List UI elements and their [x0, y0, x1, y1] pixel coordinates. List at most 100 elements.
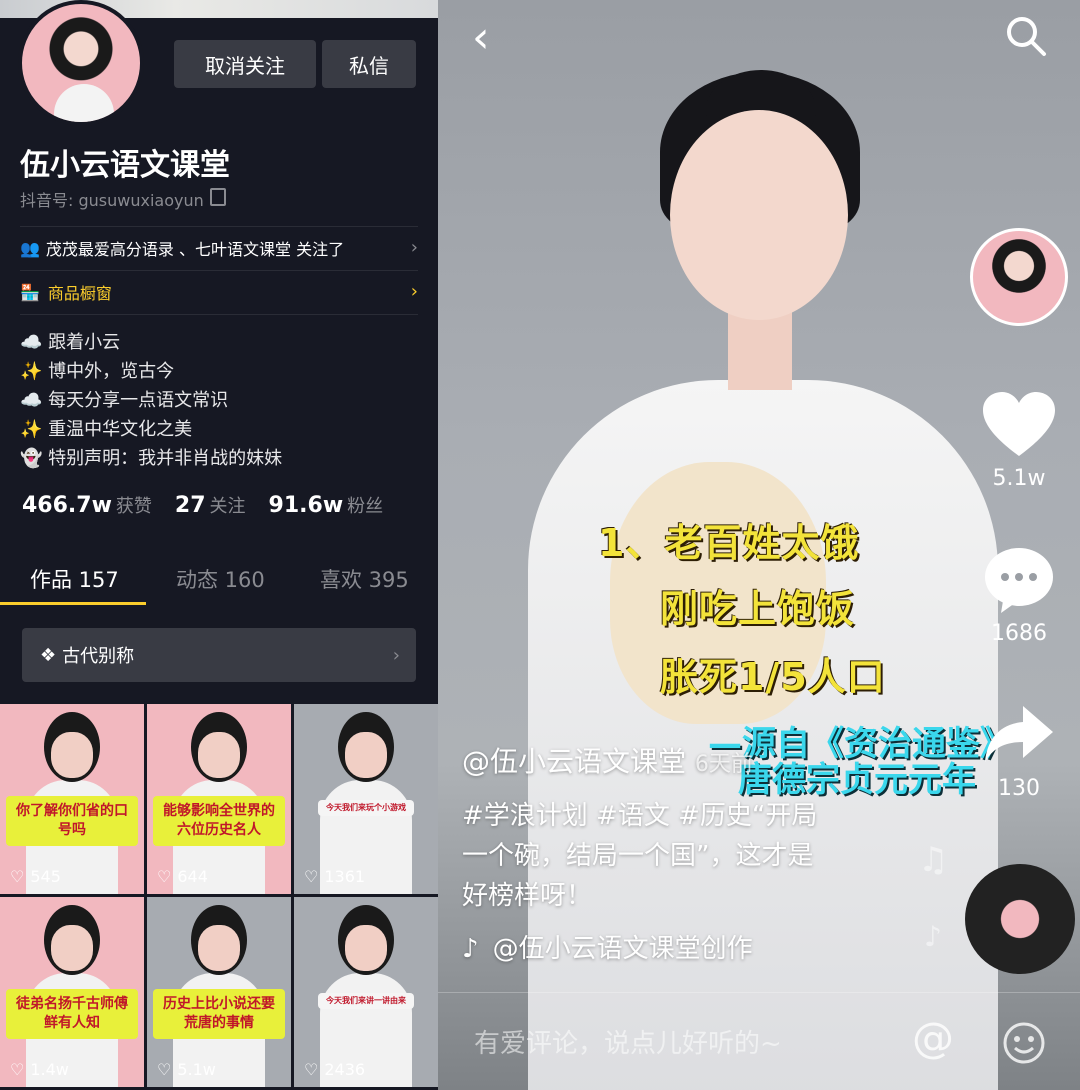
thumb-likes: ♡ 644: [157, 867, 208, 886]
video-player[interactable]: 1、老百姓太饿 刚吃上饱饭 胀死1/5人口 —源自《资治通鉴》 唐德宗贞元元年 …: [438, 0, 1080, 1090]
bio-line: ✨ 博中外，览古今: [20, 361, 175, 382]
layers-icon: ❖: [40, 644, 57, 666]
video-thumbnail[interactable]: 今天我们来讲一讲由来 ♡ 2436: [294, 897, 438, 1087]
like-count: 5.1w: [992, 466, 1046, 491]
video-thumbnail[interactable]: 能够影响全世界的六位历史名人 ♡ 644: [147, 704, 291, 894]
thumb-caption: 历史上比小说还要荒唐的事情: [153, 989, 285, 1039]
followers-label[interactable]: 粉丝: [347, 496, 383, 517]
heart-icon: ♡: [10, 1060, 25, 1079]
shop-window-row[interactable]: 🏪 商品橱窗 ›: [20, 270, 418, 314]
video-thumbnail[interactable]: 你了解你们省的口号吗 ♡ 545: [0, 704, 144, 894]
collection-row[interactable]: ❖ 古代别称 ›: [22, 628, 416, 682]
heart-icon: ♡: [10, 867, 25, 886]
thumb-likes: ♡ 5.1w: [157, 1060, 216, 1079]
heart-icon: ♡: [157, 867, 172, 886]
tab-likes[interactable]: 喜欢 395: [320, 564, 409, 594]
heart-icon: ♡: [304, 867, 319, 886]
thumb-likes: ♡ 1.4w: [10, 1060, 69, 1079]
thumb-like-count: 1361: [324, 867, 366, 886]
share-button[interactable]: 130: [978, 700, 1060, 801]
thumb-likes: ♡ 545: [10, 867, 61, 886]
video-author-name[interactable]: @伍小云语文课堂: [462, 745, 686, 778]
following-label[interactable]: 关注: [210, 496, 246, 517]
music-note-icon: ♫: [918, 840, 949, 880]
comment-input[interactable]: 有爱评论，说点儿好听的~: [474, 1023, 782, 1060]
users-icon: 👥: [20, 238, 40, 258]
thumb-like-count: 644: [177, 867, 208, 886]
video-caption-line: 刚吃上饱饭: [660, 587, 856, 631]
thumb-like-count: 5.1w: [177, 1060, 216, 1079]
collection-label: 古代别称: [62, 646, 135, 667]
thumb-caption: 你了解你们省的口号吗: [6, 796, 138, 846]
thumb-caption: 今天我们来讲一讲由来: [318, 993, 414, 1009]
followers-count[interactable]: 91.6w: [269, 493, 344, 518]
heart-icon: ♡: [157, 1060, 172, 1079]
music-title: @伍小云语文课堂创作: [492, 934, 753, 964]
douyin-id: 抖音号: gusuwuxiaoyun: [20, 191, 204, 210]
chevron-right-icon: ›: [410, 237, 418, 258]
message-button[interactable]: 私信: [322, 40, 416, 88]
copy-icon[interactable]: [210, 188, 226, 206]
likes-label: 获赞: [115, 496, 152, 517]
share-count: 130: [998, 776, 1040, 801]
tab-activity[interactable]: 动态 160: [176, 564, 265, 594]
comment-button[interactable]: 1686: [978, 545, 1060, 646]
tab-works[interactable]: 作品 157: [30, 564, 119, 594]
thumb-like-count: 545: [30, 867, 61, 886]
video-time: 6天前: [694, 752, 753, 777]
thumb-caption: 今天我们来玩个小游戏: [318, 800, 414, 816]
thumb-caption: 能够影响全世界的六位历史名人: [153, 796, 285, 846]
thumb-face: [198, 732, 240, 778]
video-thumbnail[interactable]: 今天我们来玩个小游戏 ♡ 1361: [294, 704, 438, 894]
avatar[interactable]: [18, 0, 144, 126]
author-avatar[interactable]: [970, 228, 1068, 326]
video-author[interactable]: @伍小云语文课堂 6天前: [462, 740, 753, 780]
unfollow-button[interactable]: 取消关注: [174, 40, 316, 88]
shop-icon: 🏪: [20, 282, 40, 302]
music-note-icon: ♪: [462, 934, 479, 964]
thumb-face: [51, 925, 93, 971]
followed-by-row[interactable]: 👥 茂茂最爱高分语录 、七叶语文课堂 关注了 ›: [20, 226, 418, 270]
video-description[interactable]: #学浪计划 #语文 #历史“开局: [462, 795, 817, 832]
back-icon[interactable]: ‹: [472, 12, 490, 63]
emoji-icon[interactable]: [1002, 1021, 1046, 1069]
following-count[interactable]: 27: [175, 493, 206, 518]
thumb-face: [51, 732, 93, 778]
profile-stats: 466.7w 获赞 27 关注 91.6w 粉丝: [22, 492, 399, 518]
bio: ☁️ 跟着小云 ✨ 博中外，览古今 ☁️ 每天分享一点语文常识 ✨ 重温中华文化…: [20, 328, 282, 473]
video-description: 一个碗，结局一个国”，这才是: [462, 841, 814, 871]
profile-panel: 取消关注 私信 伍小云语文课堂 抖音号: gusuwuxiaoyun 👥 茂茂最…: [0, 0, 438, 1090]
active-tab-indicator: [0, 602, 146, 605]
bio-line: ☁️ 跟着小云: [20, 332, 121, 353]
video-caption-line: 胀死1/5人口: [660, 655, 886, 699]
like-button[interactable]: 5.1w: [978, 390, 1060, 491]
bio-line: ☁️ 每天分享一点语文常识: [20, 390, 229, 411]
video-source-line: 唐德宗贞元元年: [738, 760, 976, 800]
search-icon[interactable]: [1004, 14, 1048, 62]
thumb-caption: 徒弟名扬千古师傅鲜有人知: [6, 989, 138, 1039]
bio-line: 👻 特别声明：我并非肖战的妹妹: [20, 448, 283, 469]
music-row[interactable]: ♪ @伍小云语文课堂创作: [462, 928, 753, 965]
video-description: 好榜样呀！: [462, 881, 593, 911]
thumb-face: [345, 925, 387, 971]
heart-icon: ♡: [304, 1060, 319, 1079]
thumb-likes: ♡ 1361: [304, 867, 365, 886]
video-thumbnail[interactable]: 徒弟名扬千古师傅鲜有人知 ♡ 1.4w: [0, 897, 144, 1087]
chevron-right-icon: ›: [410, 281, 418, 302]
video-subject-face: [670, 110, 848, 320]
music-disc[interactable]: [965, 864, 1075, 974]
thumb-likes: ♡ 2436: [304, 1060, 365, 1079]
thumb-face: [345, 732, 387, 778]
profile-tabs: 作品 157 动态 160 喜欢 395: [0, 556, 438, 604]
shop-label: 商品橱窗: [47, 284, 112, 303]
followed-by-text: 茂茂最爱高分语录 、七叶语文课堂 关注了: [45, 240, 345, 259]
video-thumbnail[interactable]: 历史上比小说还要荒唐的事情 ♡ 5.1w: [147, 897, 291, 1087]
profile-name: 伍小云语文课堂: [20, 148, 230, 183]
thumb-like-count: 2436: [324, 1060, 366, 1079]
comment-bar: 有爱评论，说点儿好听的~ @: [438, 992, 1080, 1090]
video-caption-line: 1、老百姓太饿: [598, 521, 860, 565]
at-icon[interactable]: @: [912, 1013, 954, 1062]
chevron-right-icon: ›: [392, 644, 400, 666]
comment-count: 1686: [991, 621, 1047, 646]
thumb-face: [198, 925, 240, 971]
